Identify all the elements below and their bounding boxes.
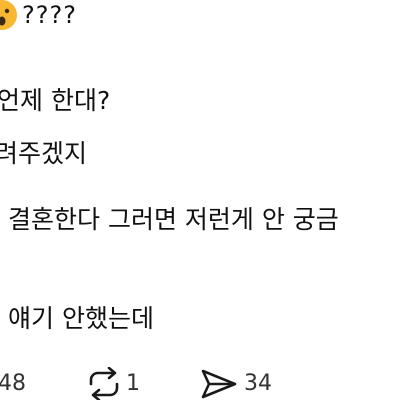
like-button[interactable]: 48 [0, 366, 26, 400]
paper-plane-icon [200, 367, 238, 400]
post-line-2: 려주겠지 [0, 139, 88, 168]
repost-count: 1 [126, 371, 140, 396]
share-button[interactable]: 34 [200, 366, 272, 400]
repost-button[interactable]: 1 [84, 366, 140, 400]
post-line-4: 얘기 안했는데 [8, 304, 154, 333]
post-line-3: 결혼한다 그러면 저런게 안 궁금 [8, 205, 339, 234]
repost-icon [84, 367, 124, 400]
question-marks: ???? [22, 1, 77, 29]
like-count: 48 [0, 371, 26, 396]
share-count: 34 [244, 371, 272, 396]
astonished-face-icon [0, 0, 18, 31]
post-line-1: 언제 한대? [0, 86, 111, 115]
action-bar: 48 1 34 [0, 366, 400, 400]
emoji-row: ???? [0, 0, 77, 30]
